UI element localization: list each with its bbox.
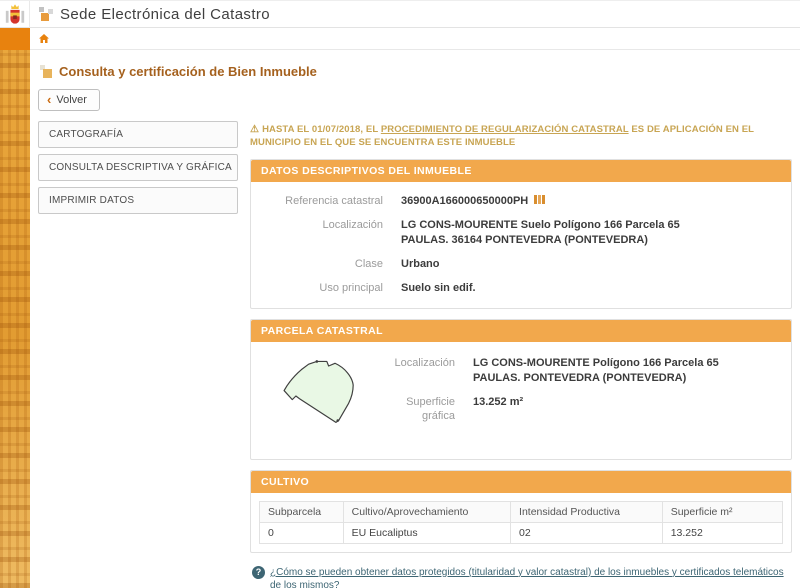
back-button-label: Volver (56, 94, 87, 106)
cultivo-table-header-row: Subparcela Cultivo/Aprovechamiento Inten… (260, 501, 783, 522)
catastro-logo-icon (38, 6, 54, 22)
field-label: Clase (261, 257, 401, 272)
field-row-clase: Clase Urbano (261, 257, 781, 272)
catastro-page: Sede Electrónica del Catastro Consulta y… (0, 0, 800, 588)
regularization-link[interactable]: PROCEDIMIENTO DE REGULARIZACIÓN CATASTRA… (381, 124, 629, 135)
protected-data-help: ? ¿Cómo se pueden obtener datos protegid… (252, 566, 792, 588)
panel-cultivo-body: Subparcela Cultivo/Aprovechamiento Inten… (251, 493, 791, 552)
panel-datos-body: Referencia catastral 36900A166000650000P… (251, 182, 791, 308)
panel-parcela-body: Localización LG CONS-MOURENTE Polígono 1… (251, 342, 791, 459)
warning-text-pre: HASTA EL 01/07/2018, EL (262, 124, 381, 135)
spain-coat-of-arms-icon (4, 2, 26, 27)
field-label: Referencia catastral (261, 194, 401, 210)
parcela-fields: Localización LG CONS-MOURENTE Polígono 1… (383, 350, 781, 424)
col-subparcela: Subparcela (260, 501, 344, 522)
panel-parcela-catastral: PARCELA CATASTRAL Localización (250, 319, 792, 460)
field-value: 36900A166000650000PH (401, 194, 545, 210)
cell-subparcela: 0 (260, 522, 344, 543)
field-label: Localización (383, 356, 473, 386)
field-row-referencia: Referencia catastral 36900A166000650000P… (261, 194, 781, 210)
back-button[interactable]: ‹ Volver (38, 89, 100, 111)
field-value: 13.252 m² (473, 395, 523, 425)
field-label: Localización (261, 218, 401, 248)
breadcrumb (30, 28, 800, 50)
col-intensidad: Intensidad Productiva (511, 501, 663, 522)
spain-coat-of-arms (0, 1, 30, 28)
sidebar-item-consulta-descriptiva[interactable]: CONSULTA DESCRIPTIVA Y GRÁFICA (38, 154, 238, 181)
cell-intensidad: 02 (511, 522, 663, 543)
content-column: ⚠HASTA EL 01/07/2018, EL PROCEDIMIENTO D… (250, 121, 792, 588)
warning-icon: ⚠ (250, 124, 259, 135)
sidebar-item-imprimir-datos[interactable]: IMPRIMIR DATOS (38, 187, 238, 214)
cell-cultivo: EU Eucaliptus (343, 522, 510, 543)
field-value: Suelo sin edif. (401, 281, 476, 296)
panel-parcela-header: PARCELA CATASTRAL (251, 320, 791, 342)
main-area: Consulta y certificación de Bien Inmuebl… (30, 50, 800, 588)
panel-cultivo: CULTIVO Subparcela Cultivo/Aprovechamien… (250, 470, 792, 553)
page-title-row: Consulta y certificación de Bien Inmuebl… (40, 64, 792, 79)
table-row: 0 EU Eucaliptus 02 13.252 (260, 522, 783, 543)
brand: Sede Electrónica del Catastro (30, 6, 270, 23)
protected-data-link[interactable]: ¿Cómo se pueden obtener datos protegidos… (270, 566, 792, 588)
cell-superficie: 13.252 (662, 522, 782, 543)
parcel-shape-figure (265, 350, 369, 447)
parcel-polygon-icon (265, 350, 365, 442)
field-label: Superficie gráfica (383, 395, 473, 425)
left-decorative-strip (0, 28, 30, 588)
field-value: LG CONS-MOURENTE Suelo Polígono 166 Parc… (401, 218, 680, 248)
panel-datos-descriptivos: DATOS DESCRIPTIVOS DEL INMUEBLE Referenc… (250, 159, 792, 309)
field-row-superficie: Superficie gráfica 13.252 m² (383, 395, 781, 425)
cultivo-table: Subparcela Cultivo/Aprovechamiento Inten… (259, 501, 783, 544)
app-title: Sede Electrónica del Catastro (60, 6, 270, 23)
app-header: Sede Electrónica del Catastro (0, 0, 800, 28)
home-icon[interactable] (38, 33, 50, 44)
panel-cultivo-header: CULTIVO (251, 471, 791, 493)
cartography-icon[interactable] (534, 194, 545, 210)
chevron-left-icon: ‹ (47, 93, 51, 106)
question-icon: ? (252, 566, 265, 579)
strip-top-block (0, 28, 30, 50)
regularization-warning: ⚠HASTA EL 01/07/2018, EL PROCEDIMIENTO D… (250, 123, 792, 150)
col-cultivo: Cultivo/Aprovechamiento (343, 501, 510, 522)
field-value: Urbano (401, 257, 440, 272)
field-value: LG CONS-MOURENTE Polígono 166 Parcela 65… (473, 356, 719, 386)
col-superficie: Superficie m² (662, 501, 782, 522)
section-icon (40, 65, 53, 78)
side-menu: CARTOGRAFÍA CONSULTA DESCRIPTIVA Y GRÁFI… (38, 121, 238, 220)
field-row-localizacion: Localización LG CONS-MOURENTE Suelo Polí… (261, 218, 781, 248)
page-title: Consulta y certificación de Bien Inmuebl… (59, 64, 317, 79)
field-label: Uso principal (261, 281, 401, 296)
field-row-localizacion: Localización LG CONS-MOURENTE Polígono 1… (383, 356, 781, 386)
field-row-uso-principal: Uso principal Suelo sin edif. (261, 281, 781, 296)
referencia-value: 36900A166000650000PH (401, 195, 528, 207)
panel-datos-header: DATOS DESCRIPTIVOS DEL INMUEBLE (251, 160, 791, 182)
sidebar-item-cartografia[interactable]: CARTOGRAFÍA (38, 121, 238, 148)
